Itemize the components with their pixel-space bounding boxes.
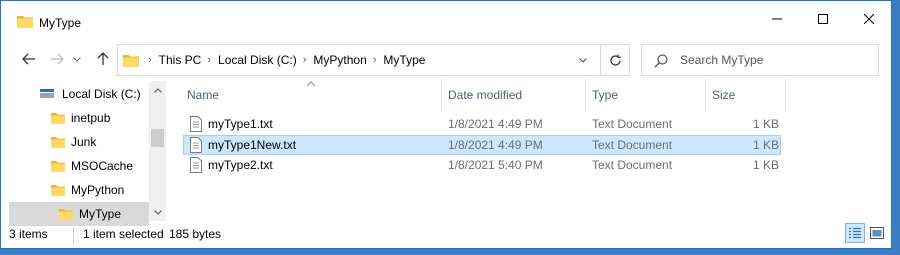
file-type: Text Document <box>592 158 673 172</box>
scroll-up-button[interactable] <box>149 83 166 97</box>
tree-scrollbar[interactable] <box>149 81 166 221</box>
large-icons-view-icon <box>870 227 884 239</box>
column-label: Date modified <box>448 88 523 102</box>
file-type: Text Document <box>592 117 673 131</box>
search-icon <box>654 54 668 68</box>
selection-count: 1 item selected <box>83 227 164 241</box>
status-bar: 3 items 1 item selected 185 bytes <box>1 221 891 248</box>
breadcrumb: › This PC › Local Disk (C:) › MyPython ›… <box>142 45 425 75</box>
explorer-window: MyType › This PC › Local Disk (C:) › MyP… <box>0 0 892 249</box>
tree-item-msocache[interactable]: MSOCache <box>51 154 149 178</box>
folder-icon <box>17 16 33 28</box>
chevron-down-icon <box>153 209 162 215</box>
refresh-icon <box>609 54 621 66</box>
breadcrumb-mypython[interactable]: MyPython <box>313 53 366 67</box>
folder-icon <box>59 209 73 220</box>
chevron-down-icon <box>579 57 587 63</box>
breadcrumb-this-pc[interactable]: This PC <box>159 53 202 67</box>
file-name: myType1New.txt <box>208 138 297 152</box>
tree-item-label: MyPython <box>71 183 125 197</box>
chevron-right-icon[interactable]: › <box>373 54 377 66</box>
tree-item-junk[interactable]: Junk <box>51 130 149 154</box>
chevron-down-icon <box>73 56 81 62</box>
large-icons-view-button[interactable] <box>867 223 887 243</box>
file-size: 1 KB <box>753 158 780 172</box>
recent-locations-button[interactable] <box>71 49 83 69</box>
folder-icon <box>51 137 65 148</box>
tree-item-label: inetpub <box>71 111 111 125</box>
address-bar[interactable]: › This PC › Local Disk (C:) › MyPython ›… <box>117 44 603 76</box>
tree-item-label: Junk <box>71 135 97 149</box>
folder-icon <box>51 185 65 196</box>
arrow-right-icon <box>51 53 64 65</box>
column-label: Type <box>592 88 619 102</box>
chevron-right-icon[interactable]: › <box>303 54 307 66</box>
selection-size: 185 bytes <box>169 227 222 241</box>
column-header-size[interactable]: Size <box>706 79 785 111</box>
chevron-right-icon[interactable]: › <box>207 54 211 66</box>
scroll-down-button[interactable] <box>149 205 166 219</box>
column-divider[interactable] <box>785 79 786 111</box>
text-file-icon <box>190 137 202 153</box>
column-label: Size <box>712 88 736 102</box>
close-icon <box>864 14 874 24</box>
search-box[interactable] <box>641 44 879 76</box>
drive-icon <box>40 89 54 98</box>
details-view-button[interactable] <box>845 223 865 243</box>
file-size: 1 KB <box>753 117 780 131</box>
close-button[interactable] <box>846 1 891 37</box>
file-name: myType2.txt <box>208 158 273 172</box>
column-header-type[interactable]: Type <box>586 79 705 111</box>
minimize-icon <box>772 18 782 20</box>
maximize-icon <box>818 14 828 24</box>
file-type: Text Document <box>592 138 673 152</box>
folder-icon <box>51 161 65 172</box>
refresh-button[interactable] <box>600 44 630 76</box>
forward-button[interactable] <box>47 49 67 69</box>
tree-item-label: MyType <box>79 207 122 221</box>
window-title: MyType <box>39 16 82 30</box>
file-name: myType1.txt <box>208 117 273 131</box>
minimize-button[interactable] <box>754 1 800 37</box>
column-header-date[interactable]: Date modified <box>442 79 586 111</box>
tree-item-local-disk[interactable]: Local Disk (C:) <box>39 82 149 106</box>
scrollbar-thumb[interactable] <box>151 129 164 147</box>
navigation-bar: › This PC › Local Disk (C:) › MyPython ›… <box>1 41 891 79</box>
text-file-icon <box>190 116 202 132</box>
tree-item-mypython[interactable]: MyPython <box>51 178 149 202</box>
title-bar[interactable]: MyType <box>1 1 891 37</box>
column-label: Name <box>187 88 220 102</box>
search-input[interactable] <box>680 45 870 75</box>
file-row[interactable]: myType1.txt 1/8/2021 4:49 PM Text Docume… <box>183 114 781 134</box>
arrow-left-icon <box>22 53 35 65</box>
file-list: Name Date modified Type Size myType1.txt… <box>171 79 886 219</box>
up-button[interactable] <box>93 49 113 69</box>
tree-item-inetpub[interactable]: inetpub <box>51 106 149 130</box>
navigation-pane: Local Disk (C:) inetpub Junk MSOCache My… <box>1 81 167 226</box>
file-date: 1/8/2021 4:49 PM <box>448 117 543 131</box>
breadcrumb-mytype[interactable]: MyType <box>383 53 425 67</box>
file-date: 1/8/2021 5:40 PM <box>448 158 543 172</box>
folder-icon <box>51 113 65 124</box>
folder-icon <box>123 55 139 67</box>
chevron-right-icon[interactable]: › <box>148 54 152 66</box>
status-divider <box>73 227 74 243</box>
details-view-icon <box>849 227 861 239</box>
file-size: 1 KB <box>753 138 780 152</box>
file-row-selected[interactable]: myType1New.txt 1/8/2021 4:49 PM Text Doc… <box>183 135 781 155</box>
sort-ascending-icon <box>306 81 316 87</box>
file-date: 1/8/2021 4:49 PM <box>448 138 543 152</box>
tree-item-label: MSOCache <box>71 159 134 173</box>
chevron-up-icon <box>153 87 162 93</box>
item-count: 3 items <box>9 227 48 241</box>
back-button[interactable] <box>19 49 39 69</box>
address-dropdown-button[interactable] <box>570 44 596 76</box>
arrow-up-icon <box>97 52 109 65</box>
file-row[interactable]: myType2.txt 1/8/2021 5:40 PM Text Docume… <box>183 155 781 175</box>
tree-item-label: Local Disk (C:) <box>62 87 141 101</box>
breadcrumb-local-disk[interactable]: Local Disk (C:) <box>218 53 297 67</box>
text-file-icon <box>190 157 202 173</box>
maximize-button[interactable] <box>800 1 846 37</box>
